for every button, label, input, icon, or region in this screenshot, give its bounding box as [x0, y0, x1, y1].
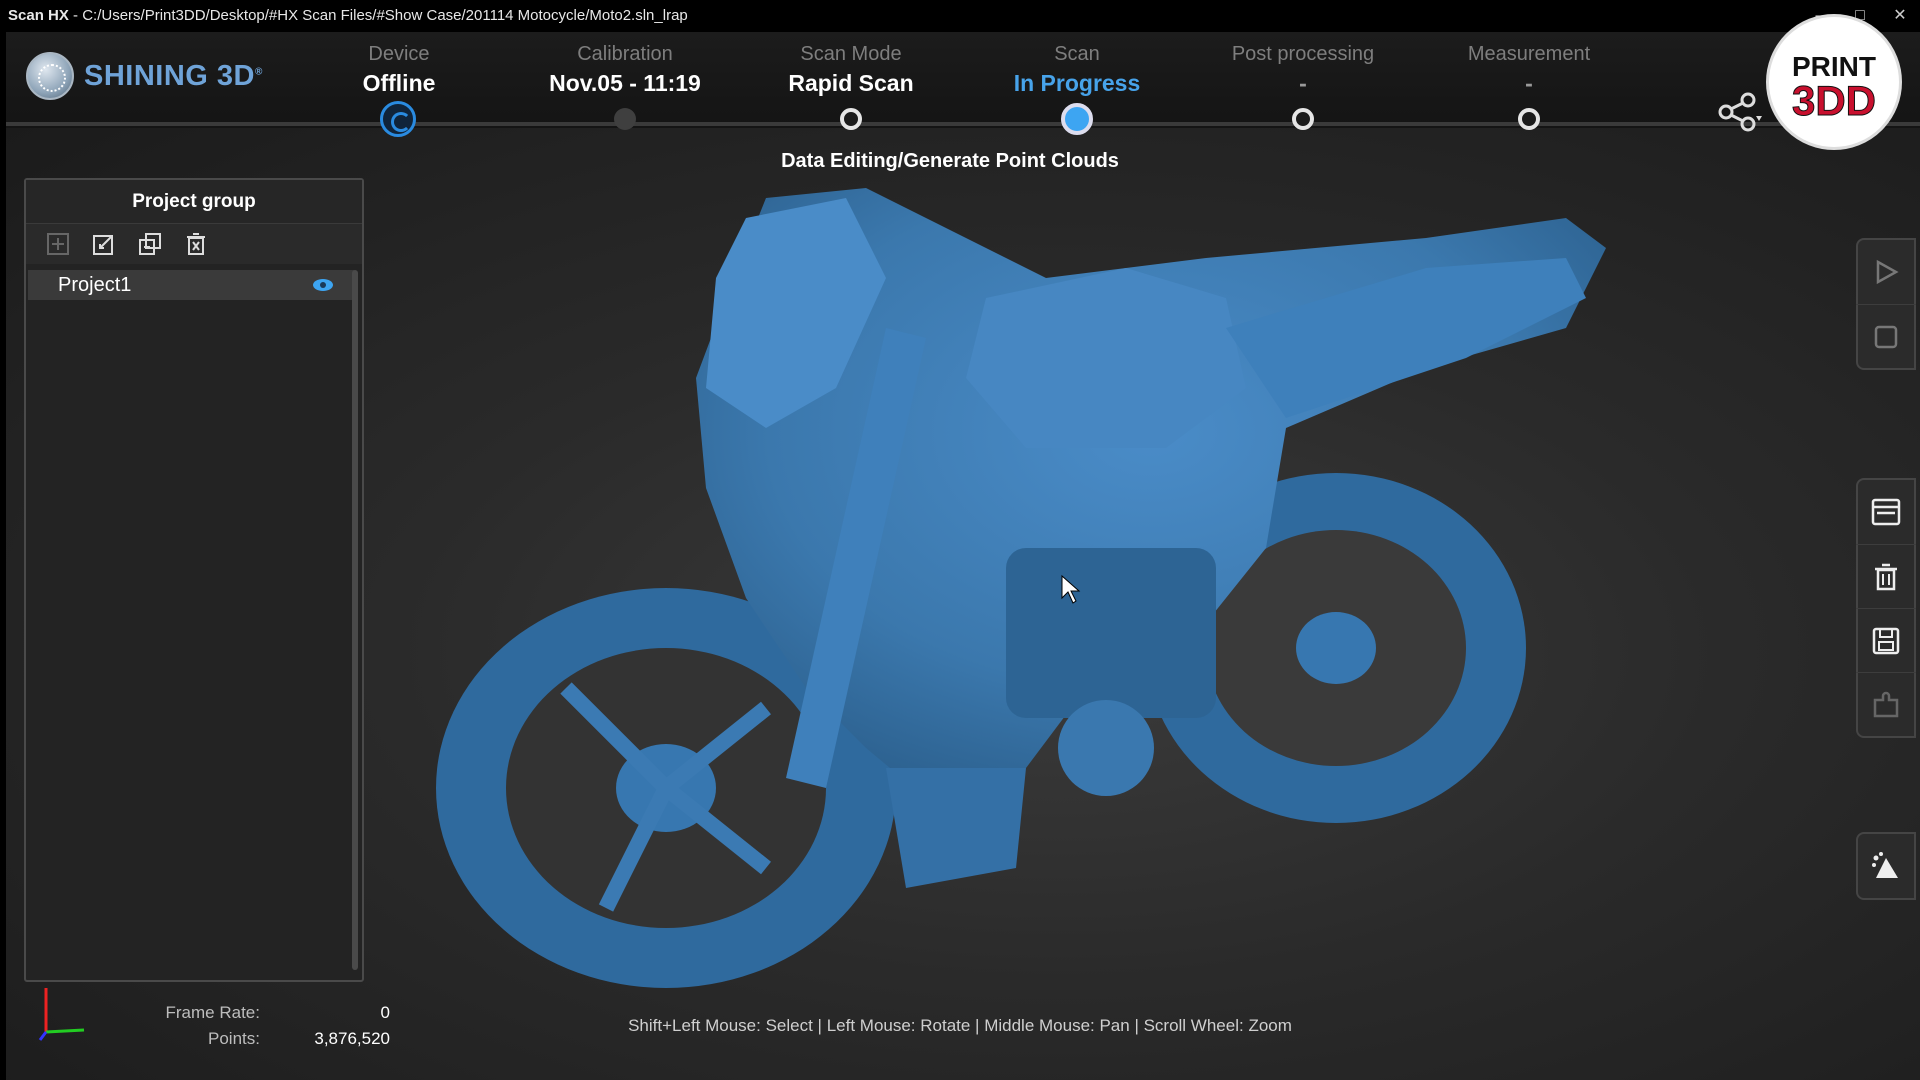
- current-stage-subtitle: Data Editing/Generate Point Clouds: [781, 150, 1119, 172]
- panel-title: Project group: [26, 180, 362, 224]
- close-icon[interactable]: ✕: [1880, 0, 1920, 32]
- logo-text: SHINING 3D: [84, 59, 255, 92]
- mouse-controls-hint: Shift+Left Mouse: Select | Left Mouse: R…: [628, 1016, 1292, 1035]
- points-label: Points:: [208, 1029, 260, 1048]
- title-separator: -: [68, 7, 83, 24]
- workflow-header: SHINING 3D® Device Offline Calibration N…: [6, 32, 1920, 137]
- right-toolbar-group-3: [1856, 832, 1916, 900]
- post-processing-node: [1292, 108, 1314, 130]
- axis-indicator-icon: [38, 988, 85, 1041]
- title-bar: Scan HX - C:/Users/Print3DD/Desktop/#HX …: [0, 0, 1920, 32]
- step-scan-mode[interactable]: Scan Mode Rapid Scan: [741, 40, 961, 98]
- project-row[interactable]: Project1: [28, 270, 354, 300]
- point-cloud-icon[interactable]: [1856, 834, 1916, 898]
- frame-rate-value: 0: [380, 1003, 390, 1022]
- frame-rate-label: Frame Rate:: [165, 1003, 260, 1022]
- step-post-processing[interactable]: Post processing -: [1193, 40, 1413, 98]
- step-label: Scan: [1054, 43, 1100, 65]
- step-label: Device: [368, 43, 430, 65]
- points-value: 3,876,520: [314, 1029, 390, 1048]
- panel-scrollbar[interactable]: [352, 270, 358, 970]
- scan-mode-node: [840, 108, 862, 130]
- step-label: Scan Mode: [800, 43, 902, 65]
- project-group-panel: Project group Project1: [24, 178, 364, 982]
- step-label: Post processing: [1231, 43, 1375, 65]
- right-toolbar-group-1: [1856, 238, 1916, 370]
- trash-icon[interactable]: [1856, 544, 1916, 608]
- calibration-node: [614, 108, 636, 130]
- step-label: Measurement: [1467, 43, 1591, 65]
- square-icon[interactable]: [1856, 304, 1916, 368]
- panel-toolbar: [26, 224, 362, 264]
- plugin-icon[interactable]: [1856, 672, 1916, 736]
- scan-status: Frame Rate: 0 Points: 3,876,520: [130, 1000, 390, 1052]
- play-icon[interactable]: [1856, 240, 1916, 304]
- add-icon[interactable]: [44, 230, 72, 258]
- step-calibration[interactable]: Calibration Nov.05 - 11:19: [515, 40, 735, 98]
- scan-current-node: [1061, 103, 1093, 135]
- step-value: Rapid Scan: [788, 70, 914, 96]
- save-icon[interactable]: [1856, 608, 1916, 672]
- measurement-node: [1518, 108, 1540, 130]
- window-icon[interactable]: [1856, 480, 1916, 544]
- globe-icon: [26, 52, 74, 100]
- app-name: Scan HX: [8, 7, 69, 24]
- step-device[interactable]: Device Offline: [289, 40, 509, 98]
- step-label: Calibration: [577, 43, 673, 65]
- duplicate-icon[interactable]: [136, 230, 164, 258]
- step-value: Offline: [362, 70, 436, 96]
- step-measurement[interactable]: Measurement -: [1419, 40, 1639, 98]
- step-value: -: [1299, 70, 1307, 96]
- delete-icon[interactable]: [182, 230, 210, 258]
- workflow-progress-line: [6, 122, 1920, 126]
- project-name: Project1: [58, 273, 132, 296]
- shining3d-logo: SHINING 3D®: [26, 52, 263, 100]
- step-value: Nov.05 - 11:19: [549, 70, 701, 96]
- step-value: -: [1525, 70, 1533, 96]
- import-icon[interactable]: [90, 230, 118, 258]
- step-scan[interactable]: Scan In Progress: [967, 40, 1187, 98]
- file-path: C:/Users/Print3DD/Desktop/#HX Scan Files…: [82, 7, 688, 24]
- share-icon[interactable]: [1716, 92, 1764, 132]
- step-value: In Progress: [1013, 70, 1141, 96]
- right-toolbar-group-2: [1856, 478, 1916, 738]
- visibility-eye-icon[interactable]: [312, 278, 334, 292]
- badge-line2: 3DD: [1791, 77, 1877, 124]
- print3dd-badge: PRINT 3DD: [1766, 14, 1902, 150]
- device-sync-icon[interactable]: [380, 101, 416, 137]
- registered-mark: ®: [254, 65, 263, 77]
